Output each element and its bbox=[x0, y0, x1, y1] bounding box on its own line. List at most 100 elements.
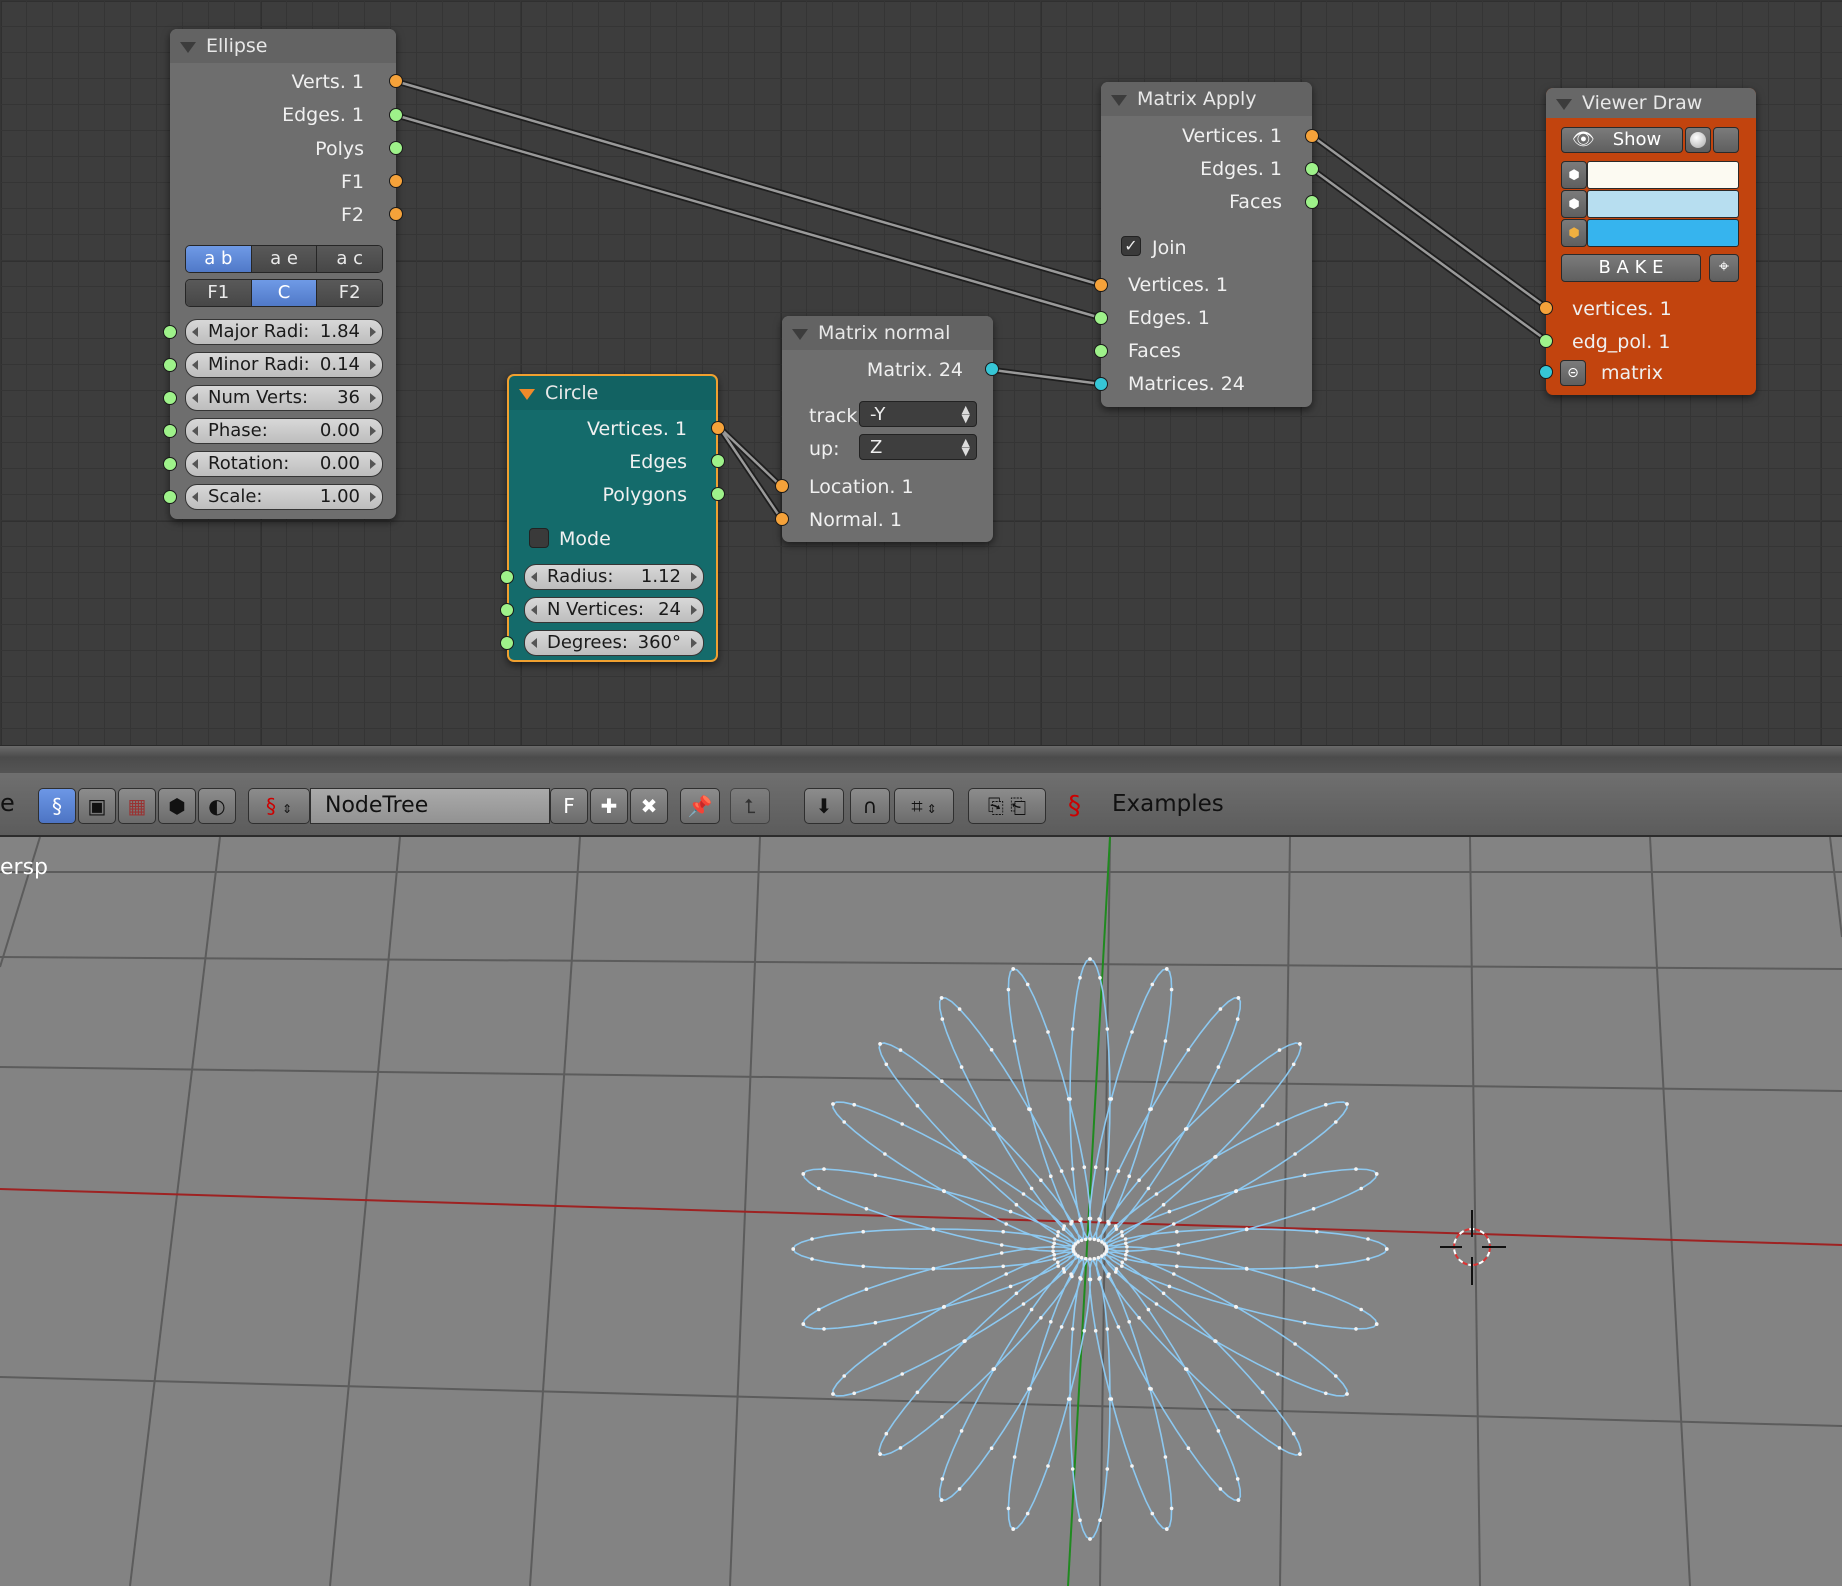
vertex-color-toggle[interactable]: ⬢ bbox=[1561, 161, 1587, 189]
increment-arrow-icon[interactable] bbox=[370, 393, 376, 403]
decrement-arrow-icon[interactable] bbox=[192, 327, 198, 337]
face-color-toggle[interactable]: ⬢ bbox=[1561, 219, 1587, 247]
ellipse-node-header[interactable]: Ellipse bbox=[170, 29, 396, 63]
mode-ab-button[interactable]: a b bbox=[186, 246, 252, 272]
ellipse-node[interactable]: Ellipse Verts. 1 Edges. 1 Polys F1 F2 a … bbox=[163, 29, 403, 519]
ellipse-edges-socket[interactable] bbox=[389, 108, 403, 122]
matrix-socket-icon[interactable]: ⊝ bbox=[1560, 360, 1586, 386]
phase-socket[interactable] bbox=[163, 424, 177, 438]
scale-field[interactable]: Scale: 1.00 bbox=[185, 484, 383, 510]
increment-arrow-icon[interactable] bbox=[691, 638, 697, 648]
new-tree-button[interactable]: ✚ bbox=[590, 788, 628, 824]
decrement-arrow-icon[interactable] bbox=[192, 426, 198, 436]
material-button[interactable]: ◐ bbox=[198, 788, 236, 824]
ellipse-f2-socket[interactable] bbox=[389, 207, 403, 221]
vertices-input-socket[interactable] bbox=[1094, 278, 1108, 292]
phase-field[interactable]: Phase: 0.00 bbox=[185, 418, 383, 444]
viewer-vertices-socket[interactable] bbox=[1539, 301, 1553, 315]
circle-polygons-socket[interactable] bbox=[711, 487, 725, 501]
matrix-normal-node[interactable]: Matrix normal Matrix. 24 track: -Y ▲▼ up:… bbox=[775, 316, 999, 542]
increment-arrow-icon[interactable] bbox=[691, 572, 697, 582]
increment-arrow-icon[interactable] bbox=[370, 459, 376, 469]
edge-color-toggle[interactable]: ⬢ bbox=[1561, 190, 1587, 218]
fake-user-button[interactable]: F bbox=[550, 788, 588, 824]
faces-input-socket[interactable] bbox=[1094, 344, 1108, 358]
collapse-triangle-icon[interactable] bbox=[519, 389, 535, 400]
scale-socket[interactable] bbox=[163, 490, 177, 504]
minor-radius-socket[interactable] bbox=[163, 358, 177, 372]
compositing-button[interactable]: ▣ bbox=[78, 788, 116, 824]
normal-socket[interactable] bbox=[775, 512, 789, 526]
vertices-output-socket[interactable] bbox=[1305, 129, 1319, 143]
center-f1-button[interactable]: F1 bbox=[186, 280, 252, 306]
rotation-field[interactable]: Rotation: 0.00 bbox=[185, 451, 383, 477]
num-verts-socket[interactable] bbox=[163, 391, 177, 405]
bake-button[interactable]: B A K E bbox=[1561, 254, 1701, 282]
matrix-apply-node-header[interactable]: Matrix Apply bbox=[1101, 82, 1312, 116]
up-dropdown[interactable]: Z ▲ ▼ bbox=[859, 434, 977, 460]
increment-arrow-icon[interactable] bbox=[370, 492, 376, 502]
node-editor[interactable]: Ellipse Verts. 1 Edges. 1 Polys F1 F2 a … bbox=[0, 0, 1842, 745]
decrement-arrow-icon[interactable] bbox=[531, 638, 537, 648]
collapse-triangle-icon[interactable] bbox=[180, 42, 196, 53]
extra-toggle-button[interactable] bbox=[1713, 127, 1739, 153]
unlink-tree-button[interactable]: ✖ bbox=[630, 788, 668, 824]
edges-input-socket[interactable] bbox=[1094, 311, 1108, 325]
ellipse-polys-socket[interactable] bbox=[389, 141, 403, 155]
increment-arrow-icon[interactable] bbox=[370, 426, 376, 436]
show-toggle-button[interactable]: 👁 Show bbox=[1561, 127, 1683, 153]
matrices-input-socket[interactable] bbox=[1094, 377, 1108, 391]
track-dropdown[interactable]: -Y ▲ ▼ bbox=[859, 401, 977, 427]
num-verts-field[interactable]: Num Verts: 36 bbox=[185, 385, 383, 411]
3d-viewport[interactable]: ersp bbox=[0, 837, 1842, 1586]
snap-toggle-button[interactable]: ∩ bbox=[850, 788, 890, 824]
viewer-draw-node-header[interactable]: Viewer Draw bbox=[1546, 88, 1756, 118]
increment-arrow-icon[interactable] bbox=[370, 327, 376, 337]
shading-toggle-button[interactable] bbox=[1685, 127, 1711, 153]
object-button[interactable]: ⬢ bbox=[158, 788, 196, 824]
center-f2-button[interactable]: F2 bbox=[317, 280, 382, 306]
edges-output-socket[interactable] bbox=[1305, 162, 1319, 176]
snap-mode-button[interactable]: ⌗ ⇕ bbox=[894, 788, 954, 824]
major-radius-field[interactable]: Major Radi: 1.84 bbox=[185, 319, 383, 345]
examples-menu[interactable]: Examples bbox=[1112, 791, 1224, 817]
radius-field[interactable]: Radius: 1.12 bbox=[524, 564, 704, 590]
viewer-matrix-socket[interactable] bbox=[1539, 365, 1553, 379]
circle-edges-socket[interactable] bbox=[711, 454, 725, 468]
ellipse-verts-socket[interactable] bbox=[389, 74, 403, 88]
parent-tree-button[interactable]: ⮤ bbox=[730, 788, 770, 824]
location-socket[interactable] bbox=[775, 479, 789, 493]
pin-button[interactable]: 📌 bbox=[680, 788, 720, 824]
rotation-socket[interactable] bbox=[163, 457, 177, 471]
mode-checkbox[interactable] bbox=[529, 528, 549, 548]
decrement-arrow-icon[interactable] bbox=[531, 572, 537, 582]
minor-radius-field[interactable]: Minor Radi: 0.14 bbox=[185, 352, 383, 378]
backdrop-button[interactable]: ⬇ bbox=[804, 788, 844, 824]
edge-color-swatch[interactable] bbox=[1587, 190, 1739, 218]
mode-ac-button[interactable]: a c bbox=[317, 246, 382, 272]
decrement-arrow-icon[interactable] bbox=[192, 492, 198, 502]
collapse-triangle-icon[interactable] bbox=[1556, 99, 1572, 110]
collapse-triangle-icon[interactable] bbox=[792, 329, 808, 340]
decrement-arrow-icon[interactable] bbox=[192, 393, 198, 403]
ellipse-mode-selector[interactable]: a b a e a c bbox=[185, 245, 383, 273]
radius-socket[interactable] bbox=[500, 570, 514, 584]
increment-arrow-icon[interactable] bbox=[691, 605, 697, 615]
circle-node-header[interactable]: Circle bbox=[509, 376, 716, 410]
tree-name-field[interactable]: NodeTree bbox=[310, 788, 550, 824]
copy-paste-buttons[interactable]: ⎘ ⎗ bbox=[968, 788, 1046, 824]
ellipse-f1-socket[interactable] bbox=[389, 174, 403, 188]
shader-tree-button[interactable]: § bbox=[38, 788, 76, 824]
face-color-swatch[interactable] bbox=[1587, 219, 1739, 247]
degrees-field[interactable]: Degrees: 360° bbox=[524, 630, 704, 656]
matrix-output-socket[interactable] bbox=[985, 362, 999, 376]
join-checkbox[interactable]: ✓ bbox=[1121, 236, 1141, 256]
increment-arrow-icon[interactable] bbox=[370, 360, 376, 370]
matrix-normal-node-header[interactable]: Matrix normal bbox=[782, 316, 993, 350]
circle-vertices-socket[interactable] bbox=[711, 421, 725, 435]
tree-browse-button[interactable]: § ⇕ bbox=[248, 788, 310, 824]
major-radius-socket[interactable] bbox=[163, 325, 177, 339]
area-splitter[interactable] bbox=[0, 745, 1842, 774]
decrement-arrow-icon[interactable] bbox=[531, 605, 537, 615]
n-vertices-socket[interactable] bbox=[500, 603, 514, 617]
